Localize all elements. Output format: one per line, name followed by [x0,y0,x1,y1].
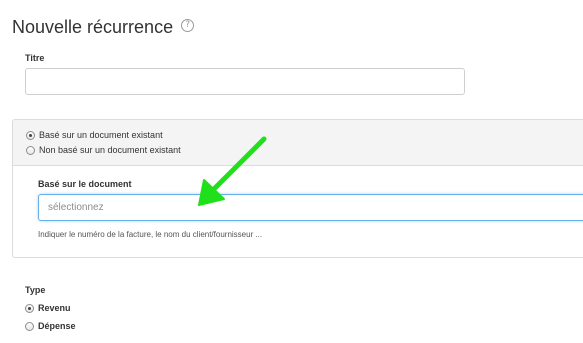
radio-label: Revenu [38,303,71,313]
document-search-input[interactable] [38,194,583,221]
radio-button[interactable] [26,145,35,155]
radio-based-on-document[interactable]: Basé sur un document existant [26,130,163,140]
radio-revenu[interactable]: Revenu [25,303,71,313]
radio-depense[interactable]: Dépense [25,321,76,331]
document-source-panel: Basé sur un document existant Non basé s… [12,119,583,258]
type-label: Type [25,285,46,295]
source-options: Basé sur un document existant Non basé s… [13,120,583,166]
title-input[interactable] [25,68,465,95]
title-label: Titre [25,53,45,63]
radio-button[interactable] [25,321,34,331]
radio-button-checked[interactable] [25,303,34,313]
page-title: Nouvelle récurrence ? [12,16,195,38]
question-circle-icon[interactable]: ? [181,18,195,32]
radio-label: Dépense [38,321,76,331]
document-label: Basé sur le document [38,179,132,189]
radio-label: Non basé sur un document existant [39,145,181,155]
document-help-text: Indiquer le numéro de la facture, le nom… [38,230,263,239]
radio-label: Basé sur un document existant [39,130,163,140]
page-title-text: Nouvelle récurrence [12,17,174,37]
radio-button-checked[interactable] [26,130,35,140]
radio-not-based-on-document[interactable]: Non basé sur un document existant [26,145,181,155]
